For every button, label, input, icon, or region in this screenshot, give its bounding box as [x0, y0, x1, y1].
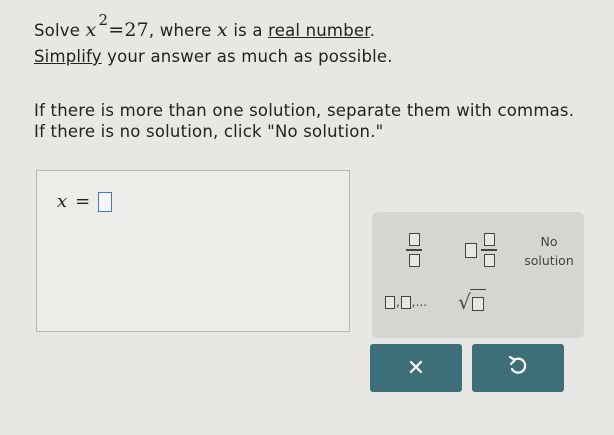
problem-line-solve: Solve x 2=27, where x is a real number.	[34, 11, 376, 43]
simplify-text: your answer as much as possible.	[107, 47, 393, 66]
list-ellipsis: ,...	[411, 295, 428, 309]
simplify-link[interactable]: Simplify	[34, 47, 102, 66]
undo-button[interactable]	[472, 344, 564, 392]
square-root-button[interactable]: √	[452, 282, 492, 322]
equation-rhs: =27	[108, 19, 149, 41]
undo-icon	[508, 355, 528, 381]
equation-variable: x	[85, 19, 97, 41]
where-variable: x	[216, 19, 228, 41]
answer-area[interactable]: x =	[36, 170, 350, 332]
math-palette: No solution ,,... √	[372, 212, 584, 338]
list-separator: ,	[395, 295, 400, 309]
close-icon: ✕	[406, 355, 426, 381]
list-icon: ,,...	[384, 295, 428, 309]
no-solution-button[interactable]: No solution	[520, 230, 578, 274]
answer-input[interactable]	[98, 191, 113, 212]
list-button[interactable]: ,,...	[378, 284, 434, 320]
no-solution-line1: No	[540, 234, 558, 250]
square-root-icon: √	[458, 288, 486, 316]
instruction-multiple: If there is more than one solution, sepa…	[34, 101, 575, 120]
problem-line-simplify: Simplify your answer as much as possible…	[34, 46, 393, 67]
mixed-number-icon	[465, 233, 497, 267]
clear-button[interactable]: ✕	[370, 344, 462, 392]
answer-variable: x	[57, 191, 68, 212]
no-solution-line2: solution	[524, 253, 574, 268]
fraction-icon	[406, 233, 422, 267]
equation: x 2=27	[85, 11, 149, 41]
is-a-text: is a	[233, 21, 263, 40]
period: .	[369, 21, 376, 40]
equation-exponent: 2	[98, 11, 109, 29]
where-text: , where	[148, 21, 212, 40]
solve-label: Solve	[34, 21, 81, 40]
mixed-number-button[interactable]	[456, 230, 506, 270]
answer-equals: =	[75, 191, 91, 212]
real-number-link[interactable]: real number	[268, 21, 370, 40]
fraction-button[interactable]	[394, 230, 434, 270]
instruction-none: If there is no solution, click "No solut…	[34, 122, 384, 141]
answer-expression: x =	[57, 191, 113, 212]
no-solution-label: No solution	[524, 233, 574, 271]
